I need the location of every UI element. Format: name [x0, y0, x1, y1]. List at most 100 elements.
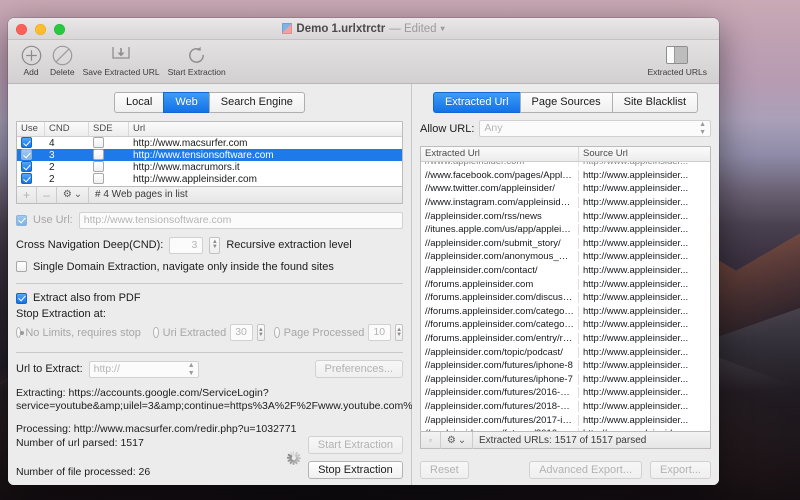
radio-uri-extracted[interactable] [153, 327, 159, 339]
start-extraction-button[interactable]: Start Extraction [307, 436, 403, 454]
table-row[interactable]: //appleinsider.com/futures/2017-imac http… [421, 413, 710, 427]
add-page-button[interactable]: + [17, 186, 37, 204]
table-row[interactable]: //appleinsider.com/topic/podcast/http://… [421, 345, 710, 359]
table-row[interactable]: //forums.appleinsider.com/categories/f..… [421, 318, 710, 332]
table-row[interactable]: //forums.appleinsider.com/discussions htt… [421, 291, 710, 305]
table-row[interactable]: 3 http://www.tensionsoftware.com [17, 149, 402, 162]
tab-site-blacklist[interactable]: Site Blacklist [611, 92, 699, 113]
chevron-down-icon[interactable]: ▾ [441, 24, 445, 33]
page-processed-stepper[interactable]: ▲ ▼ [395, 324, 404, 342]
cnd-row: Cross Navigation Deep(CND): 3 ▲ ▼ Recursi… [16, 236, 403, 254]
cnd-label: Cross Navigation Deep(CND): [16, 239, 164, 252]
table-row[interactable]: //appleinsider.com/anonymous_mailer/http… [421, 250, 710, 264]
toolbar-save-extracted-url-button[interactable]: Save Extracted URL [79, 44, 164, 77]
row-sde-checkbox[interactable] [89, 173, 129, 185]
table-row[interactable]: //appleinsider.com/contact/http://www.ap… [421, 264, 710, 278]
row-extracted-url: //appleinsider.com/contact/ [421, 265, 579, 277]
row-extracted-url: //appleinsider.com/anonymous_mailer/ [421, 251, 579, 263]
chevron-updown-icon: ▲ ▼ [699, 121, 706, 136]
row-use-checkbox[interactable] [17, 137, 45, 149]
table-row[interactable]: //appleinsider.com/futures/2016-macb...h… [421, 427, 710, 431]
table-row[interactable]: //forums.appleinsider.com/entry/register… [421, 332, 710, 346]
toolbar-add-button[interactable]: Add [16, 44, 46, 77]
row-extracted-url: //appleinsider.com/rss/news [421, 210, 579, 222]
web-pages-count-label: # 4 Web pages in list [95, 189, 188, 201]
column-header-url: Url [133, 123, 146, 134]
row-use-checkbox[interactable] [17, 149, 45, 161]
stop-extraction-button[interactable]: Stop Extraction [307, 461, 403, 479]
web-pages-table[interactable]: Use CND SDE Url 4 http://www.macsurfer.c… [16, 121, 403, 187]
stop-extraction-title-row: Stop Extraction at: [16, 308, 403, 320]
tab-search-engine[interactable]: Search Engine [208, 92, 305, 113]
column-header-extracted-url: Extracted Url [421, 147, 579, 161]
uri-extracted-input[interactable]: 30 [230, 324, 253, 342]
uri-extracted-stepper[interactable]: ▲ ▼ [256, 324, 265, 342]
table-row[interactable]: //appleinsider.com/futures/2018-mac-p...… [421, 400, 710, 414]
row-cnd-value: 3 [49, 149, 55, 161]
tab-extracted-url[interactable]: Extracted Url [432, 92, 520, 113]
window-edited-label: — Edited [389, 22, 437, 35]
use-url-input[interactable]: http://www.tensionsoftware.com [78, 211, 403, 229]
radio-page-processed[interactable] [274, 327, 280, 339]
extracted-urls-table[interactable]: Extracted Url Source Url //www.appleinsi… [420, 146, 711, 449]
row-source-url: http://www.appleinsider... [583, 319, 689, 331]
extract-pdf-row[interactable]: Extract also from PDF [16, 292, 403, 304]
cnd-input[interactable]: 3 [169, 236, 204, 254]
table-row[interactable]: //appleinsider.com/futures/2016-macb...h… [421, 386, 710, 400]
advanced-export-button[interactable]: Advanced Export... [529, 461, 643, 479]
tab-local[interactable]: Local [114, 92, 164, 113]
table-row[interactable]: //www.instagram.com/appleinsider_offi...… [421, 196, 710, 210]
toolbar-start-extraction-button[interactable]: Start Extraction [164, 44, 230, 77]
toolbar-delete-button[interactable]: Delete [46, 44, 79, 77]
row-use-checkbox[interactable] [17, 161, 45, 173]
radio-page-processed-label: Page Processed [283, 326, 365, 339]
single-domain-row[interactable]: Single Domain Extraction, navigate only … [16, 261, 403, 273]
table-row[interactable]: 4 http://www.macsurfer.com [17, 137, 402, 149]
use-url-label: Use Url: [33, 214, 73, 227]
row-source-url: http://www.appleinsider... [583, 210, 689, 222]
chevron-updown-icon: ▲ ▼ [187, 361, 195, 377]
stop-extraction-title: Stop Extraction at: [16, 308, 106, 321]
tab-page-sources[interactable]: Page Sources [519, 92, 612, 113]
reset-button[interactable]: Reset [420, 461, 469, 479]
export-button[interactable]: Export... [650, 461, 711, 479]
table-actions-menu[interactable]: ⚙ ⌄ [57, 186, 89, 204]
row-use-checkbox[interactable] [17, 173, 45, 185]
row-extracted-url: //appleinsider.com/futures/2018-mac-p... [421, 400, 579, 412]
tab-web[interactable]: Web [163, 92, 209, 113]
remove-page-button[interactable]: – [37, 186, 57, 204]
table-row[interactable]: 2 http://www.macrumors.it [17, 161, 402, 173]
table-row[interactable]: //appleinsider.com/submit_story/http://w… [421, 237, 710, 251]
chevron-down-icon: ⌄ [457, 434, 467, 446]
row-sde-checkbox[interactable] [89, 137, 129, 149]
table-row[interactable]: //www.facebook.com/pages/AppleInsid... ht… [421, 169, 710, 183]
table-options-button[interactable]: ◦ [421, 431, 441, 449]
allow-url-select[interactable]: Any ▲ ▼ [479, 120, 711, 137]
table-row[interactable]: //appleinsider.com/rss/news http://www.ap… [421, 209, 710, 223]
single-domain-checkbox[interactable] [16, 261, 27, 273]
extracted-urls-actions-menu[interactable]: ⚙ ⌄ [441, 431, 473, 449]
toolbar-extracted-urls-toggle[interactable]: Extracted URLs [643, 44, 711, 77]
row-extracted-url: //appleinsider.com/futures/2017-imac [421, 414, 579, 426]
table-row[interactable]: //forums.appleinsider.com/categories/g..… [421, 305, 710, 319]
refresh-arrow-icon [186, 44, 207, 66]
page-processed-input[interactable]: 10 [368, 324, 392, 342]
table-row[interactable]: //www.appleinsider.comhttp://www.applein… [421, 162, 710, 169]
row-sde-checkbox[interactable] [89, 149, 129, 161]
extracted-urls-rows[interactable]: //www.appleinsider.comhttp://www.applein… [421, 162, 710, 431]
column-header-cnd: CND [45, 122, 89, 136]
row-sde-checkbox[interactable] [89, 161, 129, 173]
table-row[interactable]: //forums.appleinsider.com http://www.appl… [421, 277, 710, 291]
extract-pdf-checkbox[interactable] [16, 292, 27, 304]
url-to-extract-combobox[interactable]: http:// ▲ ▼ [88, 360, 199, 378]
radio-no-limits[interactable] [16, 327, 25, 339]
table-row[interactable]: //appleinsider.com/futures/iphone-8 http:… [421, 359, 710, 373]
preferences-button[interactable]: Preferences... [314, 360, 403, 378]
use-url-checkbox[interactable] [16, 214, 27, 226]
table-row[interactable]: //itunes.apple.com/us/app/appleinsider..… [421, 223, 710, 237]
table-row[interactable]: //appleinsider.com/futures/iphone-7 http:… [421, 373, 710, 387]
table-row[interactable]: //www.twitter.com/appleinsider/http://ww… [421, 182, 710, 196]
row-extracted-url: //forums.appleinsider.com [421, 278, 579, 290]
table-row[interactable]: 2 http://www.appleinsider.com [17, 173, 402, 185]
cnd-stepper[interactable]: ▲ ▼ [209, 236, 221, 254]
